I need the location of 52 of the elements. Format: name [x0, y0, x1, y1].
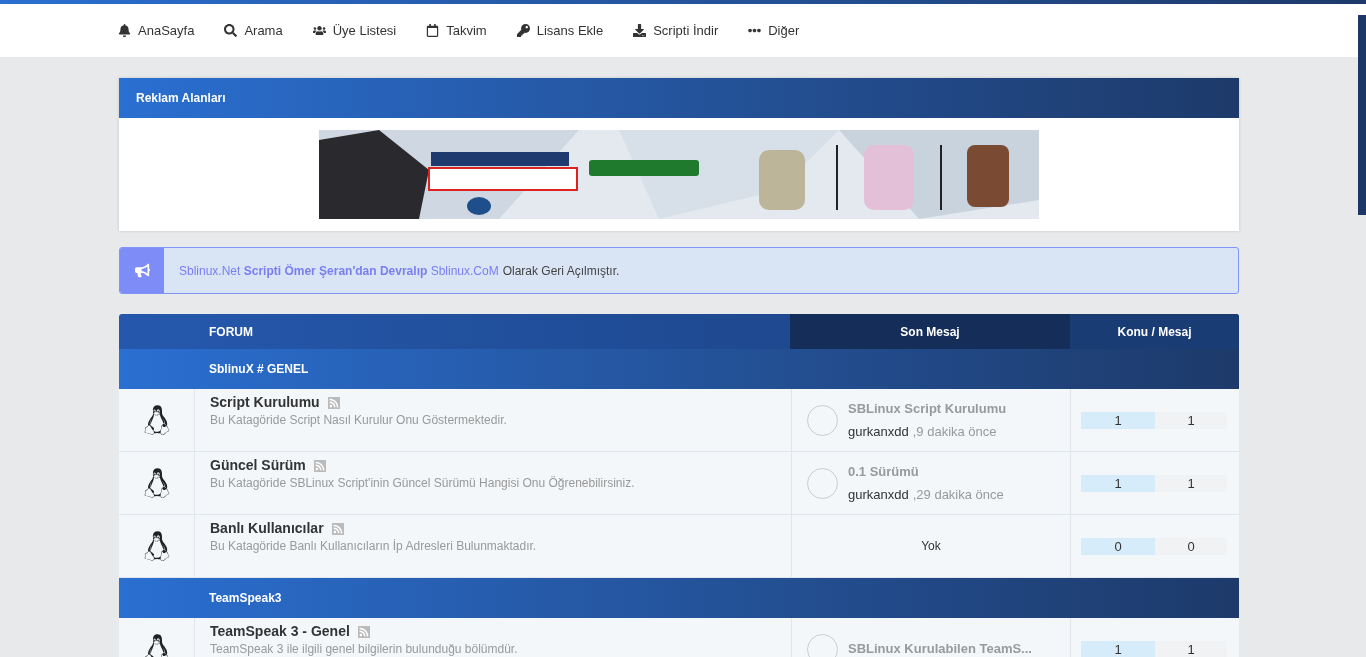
post-count: 1: [1155, 640, 1227, 657]
rss-icon[interactable]: [327, 396, 340, 409]
column-header: Konu / Mesaj: [1117, 323, 1192, 341]
post-time: ,9 dakika önce: [912, 422, 997, 441]
rss-icon[interactable]: [331, 522, 344, 535]
users-icon: [312, 24, 326, 37]
forum-description: Bu Katagöride Banlı Kullanıcıların İp Adresleri Bulunmaktadır.: [210, 539, 538, 553]
announcement-text: Sblinux.Net Scripti Ömer Şeran'dan Devralıp Sblinux.CoM: [179, 262, 499, 280]
nav-link[interactable]: Diğer: [748, 20, 800, 41]
forum-description: TeamSpeak 3 ile ilgili genel bilgilerin bulunduğu bölümdür.: [210, 642, 519, 656]
forum-description: Bu Katagöride SBLinux Script'inin Güncel Sürümü Hangisi Onu Öğrenebilirsiniz.: [210, 476, 636, 490]
column-header: Son Mesaj: [900, 323, 960, 341]
calendar-icon: [426, 24, 440, 37]
penguin-icon: [143, 530, 170, 562]
panel-title: Reklam Alanları: [136, 90, 226, 107]
download-icon: [633, 24, 647, 37]
search-icon: [224, 24, 238, 37]
bell-icon: [118, 24, 131, 37]
scrollbar-thumb[interactable]: [1358, 15, 1366, 215]
nav-link[interactable]: Üye Listesi: [312, 20, 397, 41]
nav-link[interactable]: Lisans Ekle: [516, 20, 604, 41]
category-title[interactable]: SblinuX # GENEL: [209, 360, 309, 378]
megaphone-icon: [134, 263, 150, 278]
penguin-icon: [143, 467, 170, 499]
penguin-icon: [143, 404, 170, 436]
post-count: 1: [1155, 411, 1227, 429]
key-icon: [516, 24, 530, 37]
announcement-suffix: Olarak Geri Açılmıştır.: [502, 262, 620, 280]
nav-link[interactable]: Scripti İndir: [633, 20, 719, 41]
nav-link[interactable]: Takvim: [426, 20, 487, 41]
nav-link[interactable]: AnaSayfa: [118, 20, 195, 41]
category-title[interactable]: TeamSpeak3: [209, 589, 282, 607]
no-posts-text: Yok: [920, 538, 942, 555]
column-header: FORUM: [209, 323, 253, 341]
forum-link[interactable]: Güncel Sürüm: [210, 457, 306, 474]
forum-link[interactable]: Banlı Kullanıcılar: [210, 520, 324, 537]
nav-link[interactable]: Arama: [224, 20, 283, 41]
forum-link[interactable]: TeamSpeak 3 - Genel: [210, 623, 350, 640]
username-link[interactable]: gurkanxdd: [848, 484, 909, 504]
username-link[interactable]: gurkanxdd: [848, 421, 909, 441]
post-count: 1: [1155, 474, 1227, 492]
post-count: 0: [1155, 537, 1227, 555]
penguin-icon: [143, 633, 170, 657]
rss-icon[interactable]: [357, 625, 370, 638]
forum-link[interactable]: Script Kurulumu: [210, 394, 320, 411]
topic-count: 1: [1081, 474, 1155, 492]
post-time: ,29 dakika önce: [912, 485, 1004, 504]
topic-count: 1: [1081, 640, 1155, 657]
rss-icon[interactable]: [313, 459, 326, 472]
topic-count: 0: [1081, 537, 1155, 555]
forum-description: Bu Katagöride Script Nasıl Kurulur Onu Göstermektedir.: [210, 413, 508, 427]
topic-count: 1: [1081, 411, 1155, 429]
